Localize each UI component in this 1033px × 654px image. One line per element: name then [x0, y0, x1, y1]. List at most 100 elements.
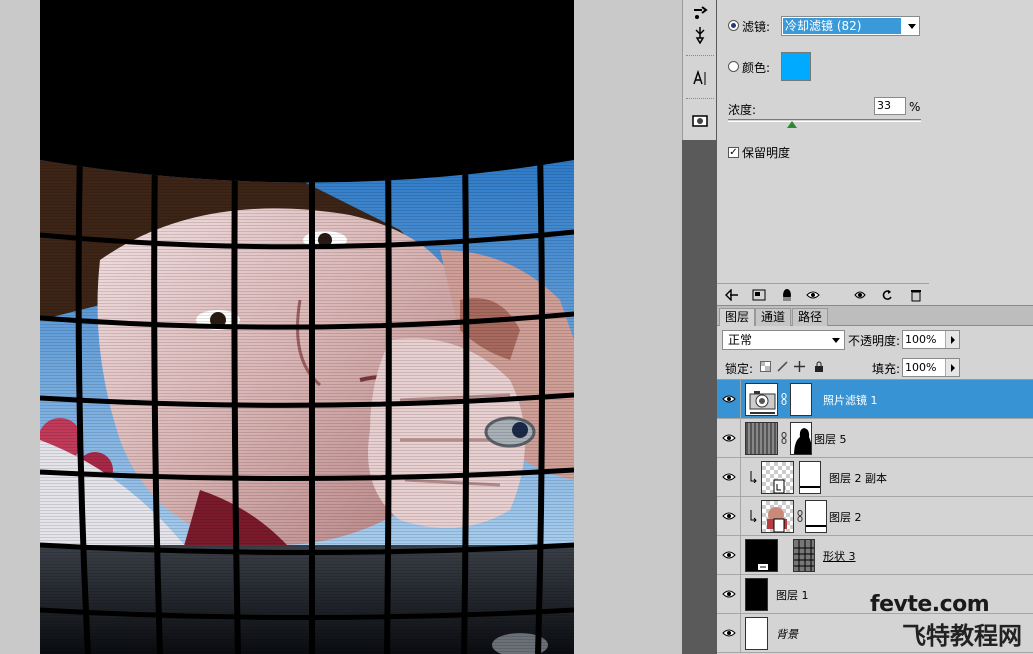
adjustments-panel: 滤镜: 冷却滤镜 (82) 颜色: 浓度: 33 % ✓ 保留明度 — [717, 0, 1033, 305]
lock-label: 锁定: — [725, 362, 754, 376]
tab-paths[interactable]: 路径 — [792, 308, 829, 326]
filter-dropdown-value: 冷却滤镜 (82) — [783, 18, 901, 34]
layer-row-shape-3[interactable]: 形状 3 — [717, 536, 1033, 575]
density-label: 浓度: — [728, 103, 757, 117]
tool-separator — [686, 98, 714, 99]
layer-row-layer-2[interactable]: 图层 2 — [717, 497, 1033, 536]
fill-label: 填充: — [872, 362, 901, 376]
chevron-down-icon — [832, 338, 840, 343]
site-watermark: fevte.com 飞特教程网 — [870, 592, 1030, 652]
layer-thumbnail[interactable] — [745, 617, 768, 650]
reset-icon[interactable] — [880, 288, 894, 302]
lock-position-icon[interactable] — [794, 361, 805, 372]
layer-name[interactable]: 形状 3 — [823, 548, 856, 564]
layer-name[interactable]: 照片滤镜 1 — [823, 392, 878, 408]
clipping-arrow-icon — [749, 510, 757, 523]
tab-layers[interactable]: 图层 — [719, 308, 756, 326]
visibility-cell[interactable] — [717, 536, 741, 575]
layer-name[interactable]: 图层 2 — [829, 509, 862, 525]
density-input[interactable]: 33 — [874, 97, 906, 115]
layer-name[interactable]: 背景 — [776, 626, 798, 642]
lock-transparent-icon[interactable] — [760, 361, 771, 372]
vector-mask-thumbnail[interactable] — [793, 539, 815, 572]
document-canvas[interactable] — [40, 0, 574, 654]
visibility-cell[interactable] — [717, 614, 741, 653]
view-previous-icon[interactable] — [853, 288, 867, 302]
filter-radio[interactable] — [728, 20, 739, 31]
visibility-cell[interactable] — [717, 497, 741, 536]
tool-separator — [686, 55, 714, 56]
layer-name[interactable]: 图层 5 — [814, 431, 847, 447]
eye-icon[interactable] — [721, 508, 737, 524]
right-panel: 滤镜: 冷却滤镜 (82) 颜色: 浓度: 33 % ✓ 保留明度 图层 通道 … — [717, 0, 1033, 654]
link-chain-icon[interactable] — [781, 432, 787, 444]
expand-view-icon[interactable] — [752, 288, 766, 302]
color-radio[interactable] — [728, 61, 739, 72]
layer-mask-thumbnail[interactable] — [799, 461, 821, 494]
layer-row-layer-5[interactable]: 图层 5 — [717, 419, 1033, 458]
density-slider-thumb[interactable] — [786, 121, 797, 128]
visibility-cell[interactable] — [717, 380, 741, 419]
eye-icon[interactable] — [721, 547, 737, 563]
character-icon[interactable] — [687, 65, 713, 91]
photo-filter-icon[interactable] — [745, 383, 778, 416]
layer-name[interactable]: 图层 2 副本 — [829, 470, 887, 486]
visibility-cell[interactable] — [717, 575, 741, 614]
link-chain-icon[interactable] — [797, 510, 803, 522]
color-label: 颜色: — [742, 61, 771, 75]
density-slider-track[interactable] — [728, 119, 921, 122]
clipping-arrow-icon — [749, 471, 757, 484]
lock-all-icon[interactable] — [813, 361, 824, 372]
layer-mask-thumbnail[interactable] — [790, 383, 812, 416]
layers-tabs: 图层 通道 路径 — [717, 306, 1033, 326]
eye-icon[interactable] — [721, 391, 737, 407]
brush-settings-icon[interactable] — [687, 22, 713, 48]
filter-label: 滤镜: — [742, 20, 771, 34]
visibility-cell[interactable] — [717, 458, 741, 497]
opacity-field[interactable]: 100% — [902, 330, 960, 349]
layer-mask-thumbnail[interactable] — [805, 500, 827, 533]
chevron-down-icon — [908, 24, 916, 29]
fill-value: 100% — [905, 361, 937, 374]
watermark-site: fevte.com — [870, 592, 990, 617]
opacity-value: 100% — [905, 333, 937, 346]
link-chain-icon[interactable] — [781, 393, 787, 405]
trash-icon[interactable] — [909, 288, 923, 302]
fill-field[interactable]: 100% — [902, 358, 960, 377]
layer-row-photo-filter[interactable]: 照片滤镜 1 — [717, 380, 1033, 419]
layer-row-layer-2-copy[interactable]: 图层 2 副本 — [717, 458, 1033, 497]
panel-dock-rail — [682, 140, 717, 654]
preserve-luminosity-checkbox[interactable]: ✓ — [728, 147, 739, 158]
eye-icon[interactable] — [721, 586, 737, 602]
canvas-area[interactable] — [0, 0, 682, 654]
blend-mode-dropdown[interactable]: 正常 — [722, 330, 845, 350]
opacity-label: 不透明度: — [848, 334, 901, 348]
layer-thumbnail[interactable] — [745, 578, 768, 611]
chevron-right-icon[interactable] — [945, 359, 959, 376]
eye-icon[interactable] — [721, 469, 737, 485]
preserve-luminosity-label: 保留明度 — [742, 146, 791, 160]
eye-icon[interactable] — [806, 288, 820, 302]
visibility-cell[interactable] — [717, 419, 741, 458]
chevron-right-icon[interactable] — [945, 331, 959, 348]
layer-thumbnail[interactable] — [745, 539, 778, 572]
eye-icon[interactable] — [721, 430, 737, 446]
clip-layer-icon[interactable] — [780, 288, 794, 302]
layer-mask-thumbnail[interactable] — [790, 422, 812, 455]
adjustments-bottom-bar — [717, 283, 929, 305]
layer-name[interactable]: 图层 1 — [776, 587, 809, 603]
quick-mask-icon[interactable] — [687, 108, 713, 134]
photo-artwork — [40, 0, 574, 654]
layer-thumbnail[interactable] — [745, 422, 778, 455]
tab-channels[interactable]: 通道 — [755, 308, 792, 326]
eye-icon[interactable] — [721, 625, 737, 641]
layer-thumbnail[interactable] — [761, 461, 794, 494]
adjustments-scroll-area — [929, 0, 1033, 305]
color-swatch[interactable] — [781, 52, 811, 81]
density-unit: % — [909, 100, 921, 114]
back-arrow-icon[interactable] — [725, 288, 739, 302]
lock-pixels-icon[interactable] — [777, 361, 788, 372]
filter-dropdown[interactable]: 冷却滤镜 (82) — [781, 16, 920, 36]
layer-thumbnail[interactable] — [761, 500, 794, 533]
blend-mode-value: 正常 — [728, 333, 753, 347]
